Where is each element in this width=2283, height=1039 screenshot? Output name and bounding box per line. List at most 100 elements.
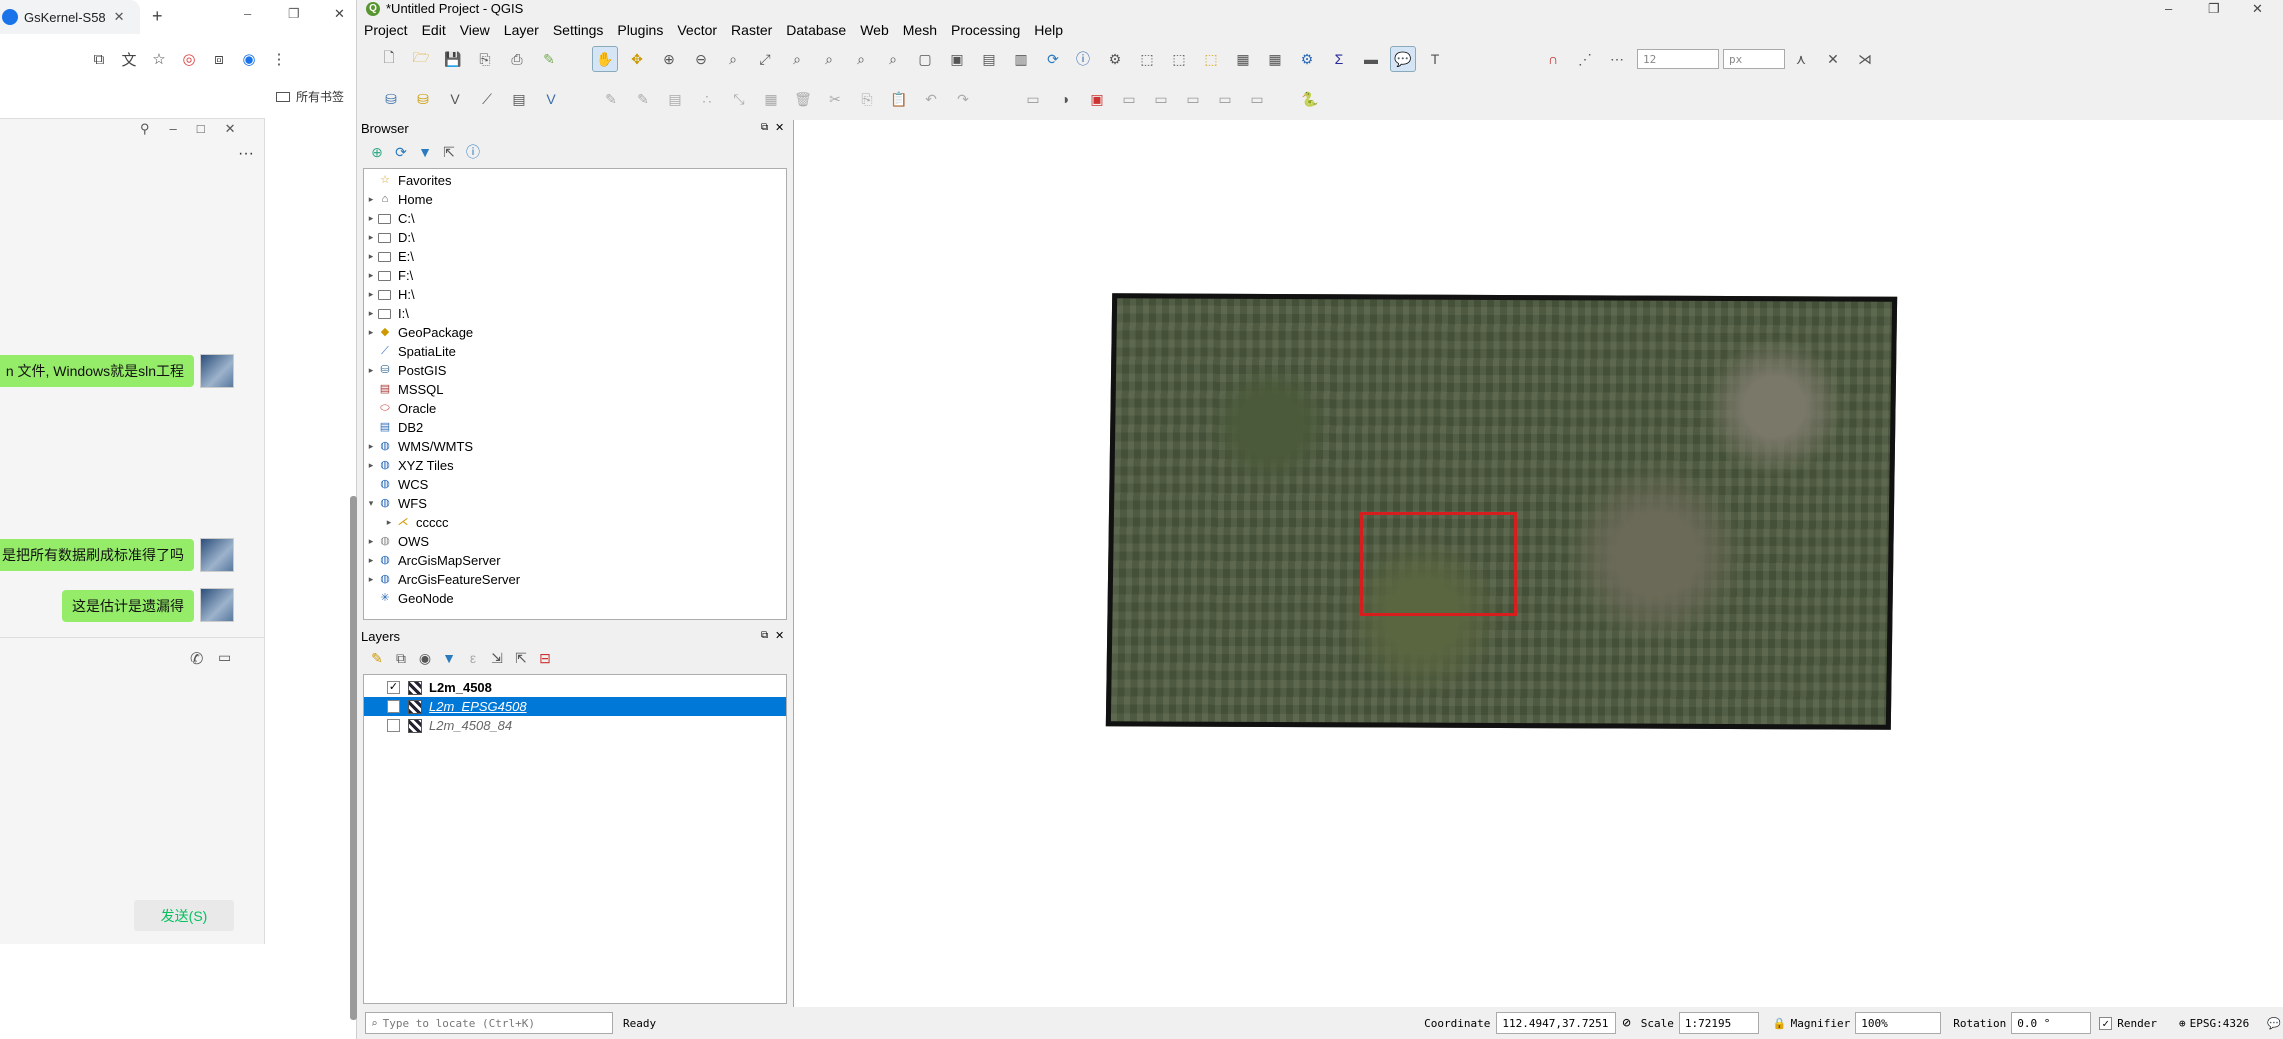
snap-tolerance-input[interactable]: 12 bbox=[1637, 49, 1719, 69]
zoom-native-icon[interactable]: ⌕ bbox=[848, 46, 874, 72]
snap-unit-select[interactable]: px bbox=[1723, 49, 1785, 69]
restore-button[interactable]: ❐ bbox=[288, 6, 300, 22]
menu-processing[interactable]: Processing bbox=[944, 19, 1027, 41]
filter-legend-icon[interactable]: ▼ bbox=[439, 648, 459, 668]
menu-help[interactable]: Help bbox=[1027, 19, 1070, 41]
paste-features-icon[interactable]: 📋 bbox=[886, 86, 912, 112]
expand-arrow-icon[interactable]: ▾ bbox=[364, 494, 378, 513]
add-selected-layers-icon[interactable]: ⊕ bbox=[367, 142, 387, 162]
toolbox-icon[interactable]: ⚙ bbox=[1294, 46, 1320, 72]
zoom-full-icon[interactable]: ⤢ bbox=[752, 46, 778, 72]
attribute-table-icon[interactable]: ▦ bbox=[1230, 46, 1256, 72]
zoom-selection-icon[interactable]: ⌕ bbox=[784, 46, 810, 72]
tab-close-icon[interactable]: ✕ bbox=[114, 9, 125, 25]
browser-tab[interactable]: GsKernel-S58 ✕ bbox=[0, 0, 140, 34]
qgis-restore-button[interactable]: ❐ bbox=[2208, 1, 2220, 17]
identify-icon[interactable]: ⓘ bbox=[1070, 46, 1096, 72]
style-layer-icon[interactable]: ✎ bbox=[367, 648, 387, 668]
layer-item[interactable]: L2m_4508_84 bbox=[364, 716, 786, 735]
install-app-icon[interactable]: ⧉ bbox=[88, 48, 110, 70]
python-console-icon[interactable]: 🐍 bbox=[1297, 86, 1323, 112]
expand-arrow-icon[interactable]: ▸ bbox=[364, 551, 378, 570]
close-panel-icon[interactable]: ✕ bbox=[775, 629, 784, 642]
current-edits-icon[interactable]: ✎ bbox=[598, 86, 624, 112]
measure-icon[interactable]: ▬ bbox=[1358, 46, 1384, 72]
layer-visibility-checkbox[interactable] bbox=[387, 719, 400, 732]
text-annotation-icon[interactable]: T bbox=[1422, 46, 1448, 72]
collapse-all-icon[interactable]: ⇱ bbox=[511, 648, 531, 668]
field-calculator-icon[interactable]: ▦ bbox=[1262, 46, 1288, 72]
redo-icon[interactable]: ↷ bbox=[950, 86, 976, 112]
browser-item[interactable]: ▸ ◍ ArcGisMapServer bbox=[364, 551, 786, 570]
topology-icon[interactable]: ⋏ bbox=[1788, 46, 1814, 72]
zoom-last-icon[interactable]: ⌕ bbox=[880, 46, 906, 72]
open-project-icon[interactable]: 🗁 bbox=[408, 46, 434, 72]
snap-tolerance-icon[interactable]: ⋯ bbox=[1604, 46, 1630, 72]
extensions-icon[interactable]: ⧈ bbox=[208, 48, 230, 70]
menu-edit[interactable]: Edit bbox=[415, 19, 453, 41]
vertex-tool-icon[interactable]: ⤡ bbox=[726, 86, 752, 112]
expand-arrow-icon[interactable]: ▸ bbox=[382, 513, 396, 532]
snapping-magnet-icon[interactable]: ∩ bbox=[1540, 46, 1566, 72]
expand-arrow-icon[interactable]: ▸ bbox=[364, 456, 378, 475]
data-source-manager-icon[interactable]: ⛁ bbox=[378, 86, 404, 112]
new-3d-view-icon[interactable]: ▣ bbox=[944, 46, 970, 72]
expand-arrow-icon[interactable]: ▸ bbox=[364, 361, 378, 380]
toggle-editing-icon[interactable]: ✎ bbox=[630, 86, 656, 112]
snap-vertex-icon[interactable]: ⋰ bbox=[1572, 46, 1598, 72]
expand-arrow-icon[interactable]: ▸ bbox=[364, 437, 378, 456]
layer-visibility-checkbox[interactable]: ✓ bbox=[387, 681, 400, 694]
extension-circle-icon[interactable]: ◎ bbox=[178, 48, 200, 70]
new-map-view-icon[interactable]: ▢ bbox=[912, 46, 938, 72]
float-panel-icon[interactable]: ⧉ bbox=[761, 630, 768, 641]
chat-more-button[interactable]: ··· bbox=[238, 145, 254, 163]
magnifier-field[interactable]: 100% bbox=[1855, 1012, 1942, 1034]
zoom-rubberband-icon[interactable]: ⌕ bbox=[720, 46, 746, 72]
chat-input[interactable] bbox=[0, 669, 265, 889]
label-props-icon[interactable]: ▭ bbox=[1244, 86, 1270, 112]
menu-view[interactable]: View bbox=[453, 19, 497, 41]
expand-arrow-icon[interactable]: ▸ bbox=[364, 285, 378, 304]
rotation-field[interactable]: 0.0 ° bbox=[2011, 1012, 2092, 1034]
properties-icon[interactable]: ⓘ bbox=[463, 142, 483, 162]
pin-labels-icon[interactable]: ▣ bbox=[1084, 86, 1110, 112]
browser-item[interactable]: ⬭ Oracle bbox=[364, 399, 786, 418]
new-tab-button[interactable]: + bbox=[152, 6, 163, 27]
zoom-layer-icon[interactable]: ⌕ bbox=[816, 46, 842, 72]
expand-arrow-icon[interactable]: ▸ bbox=[364, 228, 378, 247]
label-tool-icon[interactable]: ▭ bbox=[1020, 86, 1046, 112]
new-project-icon[interactable]: 🗋 bbox=[376, 46, 402, 72]
expand-arrow-icon[interactable]: ▸ bbox=[364, 304, 378, 323]
zoom-in-icon[interactable]: ⊕ bbox=[656, 46, 682, 72]
zoom-out-icon[interactable]: ⊖ bbox=[688, 46, 714, 72]
select-features-icon[interactable]: ⬚ bbox=[1134, 46, 1160, 72]
refresh-browser-icon[interactable]: ⟳ bbox=[391, 142, 411, 162]
menu-mesh[interactable]: Mesh bbox=[896, 19, 944, 41]
chat-maximize-icon[interactable]: □ bbox=[197, 121, 205, 137]
scale-field[interactable]: 1:72195 bbox=[1678, 1012, 1759, 1034]
expand-arrow-icon[interactable]: ▸ bbox=[364, 323, 378, 342]
pin-icon[interactable]: ⚲ bbox=[140, 121, 150, 137]
video-icon[interactable]: ▭ bbox=[218, 649, 231, 666]
qgis-minimize-button[interactable]: – bbox=[2165, 1, 2172, 16]
expand-arrow-icon[interactable]: ▸ bbox=[364, 247, 378, 266]
new-geopackage-icon[interactable]: ⛁ bbox=[410, 86, 436, 112]
browser-item[interactable]: ▤ DB2 bbox=[364, 418, 786, 437]
crs-label[interactable]: EPSG:4326 bbox=[2190, 1017, 2250, 1030]
add-delimited-icon[interactable]: ⟋ bbox=[474, 86, 500, 112]
vertical-scrollbar[interactable] bbox=[350, 496, 357, 1020]
layer-item[interactable]: ✓ L2m_4508 bbox=[364, 678, 786, 697]
close-panel-icon[interactable]: ✕ bbox=[775, 121, 784, 134]
float-panel-icon[interactable]: ⧉ bbox=[761, 122, 768, 133]
browser-item[interactable]: ⟋ SpatiaLite bbox=[364, 342, 786, 361]
intersection-icon[interactable]: ✕ bbox=[1820, 46, 1846, 72]
browser-item[interactable]: ▸ D:\ bbox=[364, 228, 786, 247]
browser-item[interactable]: ▸ I:\ bbox=[364, 304, 786, 323]
trace-icon[interactable]: ⋊ bbox=[1852, 46, 1878, 72]
browser-item[interactable]: ◍ WCS bbox=[364, 475, 786, 494]
save-as-icon[interactable]: ⎘ bbox=[472, 46, 498, 72]
manage-theme-icon[interactable]: ◉ bbox=[415, 648, 435, 668]
browser-item[interactable]: ☆ Favorites bbox=[364, 171, 786, 190]
chat-close-icon[interactable]: ✕ bbox=[225, 121, 236, 137]
pan-to-selection-icon[interactable]: ✥ bbox=[624, 46, 650, 72]
